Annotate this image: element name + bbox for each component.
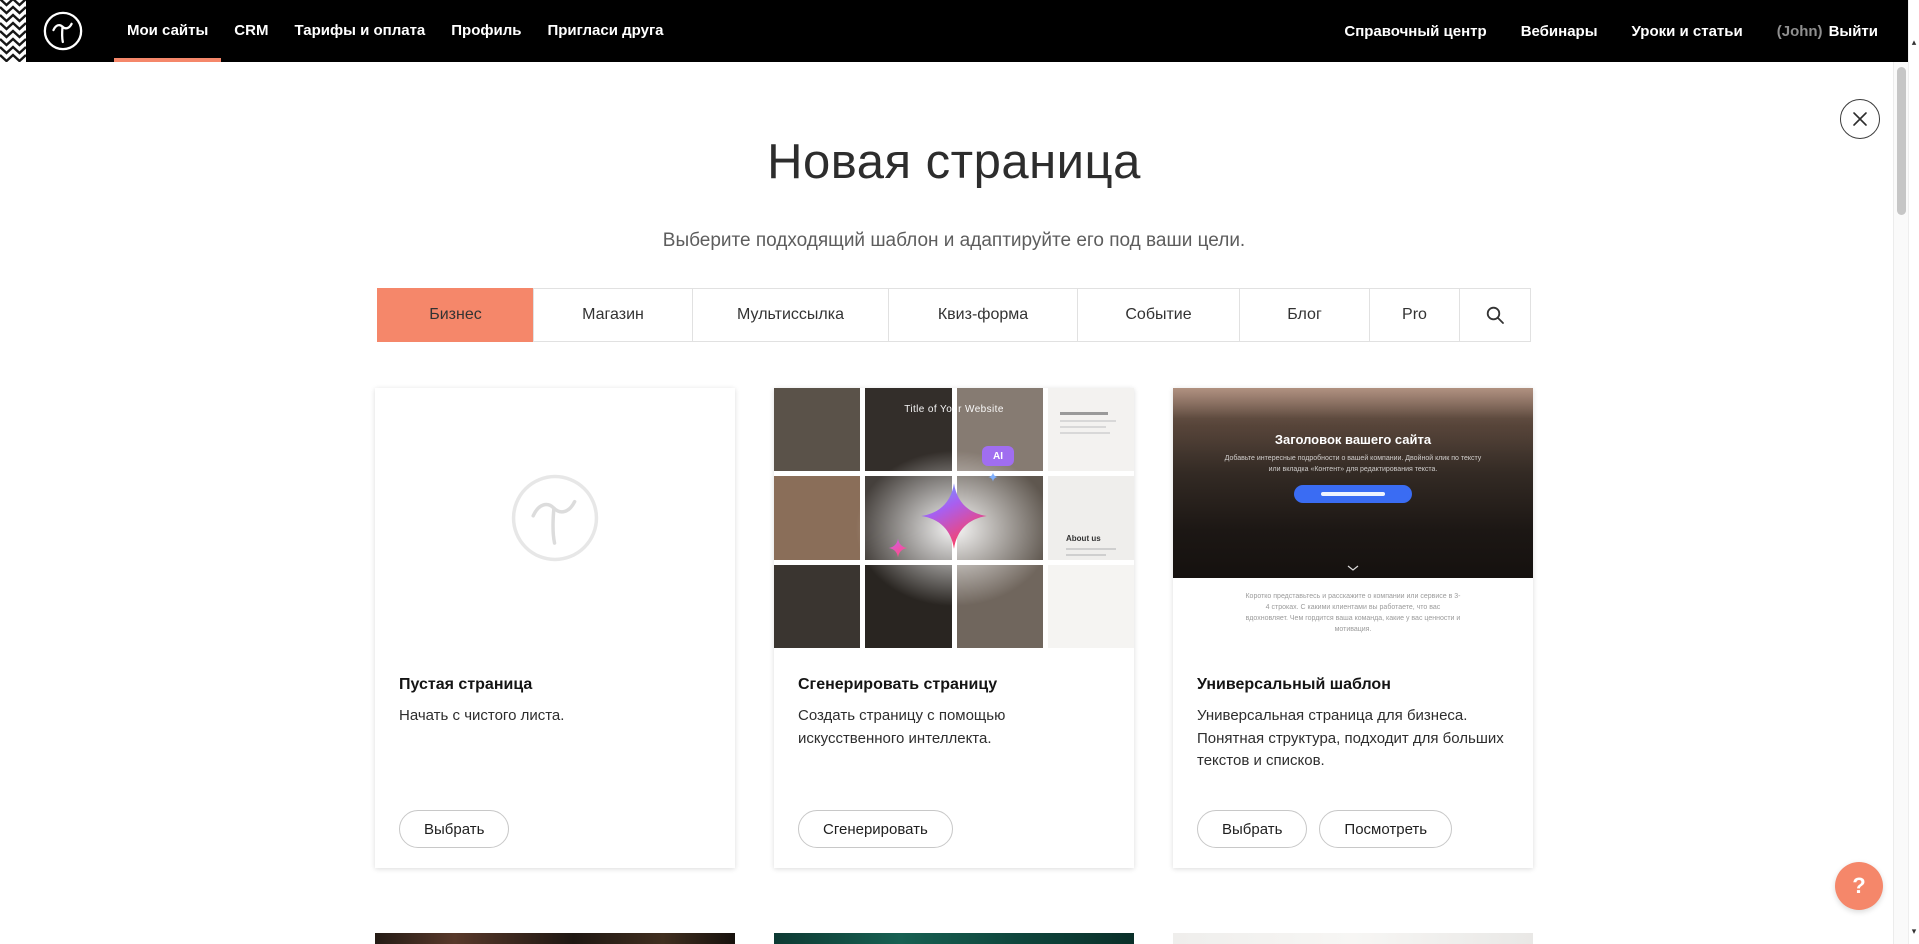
template-category-tabs: Бизнес Магазин Мультиссылка Квиз-форма С… [377, 288, 1531, 342]
window-scrollbar: ▴ ▾ [1908, 0, 1919, 944]
tab-pro[interactable]: Pro [1369, 288, 1460, 342]
new-page-modal: Новая страница Выберите подходящий шабло… [0, 62, 1908, 944]
nav-item-profile[interactable]: Профиль [438, 0, 534, 62]
tiny-sparkle-icon [988, 472, 998, 482]
nav-link-lessons[interactable]: Уроки и статьи [1632, 23, 1743, 40]
template-preview-strip [1173, 933, 1533, 944]
template-body: Коротко представьтесь и расскажите о ком… [1173, 578, 1533, 661]
ai-sparkle-icon [919, 481, 989, 551]
preview-about-label: About us [1066, 534, 1101, 543]
nav-link-webinars[interactable]: Вебинары [1521, 23, 1598, 40]
tab-search[interactable] [1459, 288, 1531, 342]
template-preview-strip [375, 933, 735, 944]
tab-business[interactable]: Бизнес [377, 288, 534, 342]
hero-text: Добавьте интересные подробности о вашей … [1220, 454, 1486, 475]
template-body-text: Коротко представьтесь и расскажите о ком… [1244, 592, 1462, 635]
nav-item-tariffs[interactable]: Тарифы и оплата [281, 0, 438, 62]
chevron-down-icon [1347, 565, 1359, 571]
view-button[interactable]: Посмотреть [1319, 810, 1452, 848]
user-name: (John) [1777, 23, 1823, 40]
main-menu: Мои сайты CRM Тарифы и оплата Профиль Пр… [114, 0, 677, 62]
choose-button[interactable]: Выбрать [399, 810, 509, 848]
next-row-previews [375, 933, 1533, 944]
template-preview-strip [774, 933, 1134, 944]
nav-link-help-center[interactable]: Справочный центр [1344, 23, 1486, 40]
scroll-down-arrow[interactable]: ▾ [1909, 927, 1919, 936]
hero-title: Заголовок вашего сайта [1173, 388, 1533, 447]
page-title: Новая страница [0, 62, 1908, 190]
nav-item-invite-friend[interactable]: Пригласи друга [534, 0, 676, 62]
scroll-up-arrow[interactable]: ▴ [1909, 38, 1919, 47]
card-ai-generate: Title of Your Website About us [774, 388, 1134, 868]
tilda-logo-icon[interactable] [42, 10, 84, 52]
search-icon [1485, 305, 1505, 325]
tab-multilink[interactable]: Мультиссылка [692, 288, 889, 342]
tab-event[interactable]: Событие [1077, 288, 1240, 342]
tilda-watermark-icon [507, 470, 603, 566]
blank-page-preview [375, 388, 735, 648]
logout-label: Выйти [1829, 23, 1878, 40]
card-actions: Сгенерировать [798, 810, 953, 848]
card-universal-template: Заголовок вашего сайта Добавьте интересн… [1173, 388, 1533, 868]
close-button[interactable] [1840, 99, 1880, 139]
universal-template-preview: Заголовок вашего сайта Добавьте интересн… [1173, 388, 1533, 661]
card-title: Универсальный шаблон [1197, 676, 1509, 694]
card-actions: Выбрать Посмотреть [1197, 810, 1452, 848]
choose-button[interactable]: Выбрать [1197, 810, 1307, 848]
ai-generate-preview: Title of Your Website About us [774, 388, 1134, 648]
text-placeholder-bars [1060, 412, 1116, 438]
nav-item-crm[interactable]: CRM [221, 0, 281, 62]
hero-cta-button [1294, 485, 1412, 503]
secondary-menu: Справочный центр Вебинары Уроки и статьи… [1344, 23, 1878, 40]
card-title: Сгенерировать страницу [798, 676, 1110, 694]
button-text-bar [1321, 492, 1385, 496]
card-description: Универсальная страница для бизнеса. Поня… [1197, 705, 1509, 773]
tab-blog[interactable]: Блог [1239, 288, 1370, 342]
tab-quiz-form[interactable]: Квиз-форма [888, 288, 1078, 342]
logout-link[interactable]: (John) Выйти [1777, 23, 1878, 40]
scrollbar-thumb[interactable] [1897, 67, 1906, 215]
nav-item-my-sites[interactable]: Мои сайты [114, 0, 221, 62]
zigzag-pattern-icon [0, 0, 26, 62]
text-placeholder-bars [1066, 548, 1116, 560]
tab-shop[interactable]: Магазин [533, 288, 693, 342]
card-actions: Выбрать [399, 810, 509, 848]
small-sparkle-icon [888, 538, 908, 558]
card-description: Создать страницу с помощью искусственног… [798, 705, 1110, 750]
page-subtitle: Выберите подходящий шаблон и адаптируйте… [0, 230, 1908, 252]
help-button[interactable]: ? [1835, 862, 1883, 910]
generate-button[interactable]: Сгенерировать [798, 810, 953, 848]
top-navbar: Мои сайты CRM Тарифы и оплата Профиль Пр… [0, 0, 1908, 62]
template-hero: Заголовок вашего сайта Добавьте интересн… [1173, 388, 1533, 578]
card-title: Пустая страница [399, 676, 711, 694]
modal-scrollbar [1893, 62, 1908, 944]
ai-badge: AI [982, 446, 1014, 466]
close-icon [1852, 111, 1868, 127]
card-blank-page: Пустая страница Начать с чистого листа. … [375, 388, 735, 868]
card-description: Начать с чистого листа. [399, 705, 711, 728]
template-cards-row: Пустая страница Начать с чистого листа. … [375, 388, 1533, 868]
